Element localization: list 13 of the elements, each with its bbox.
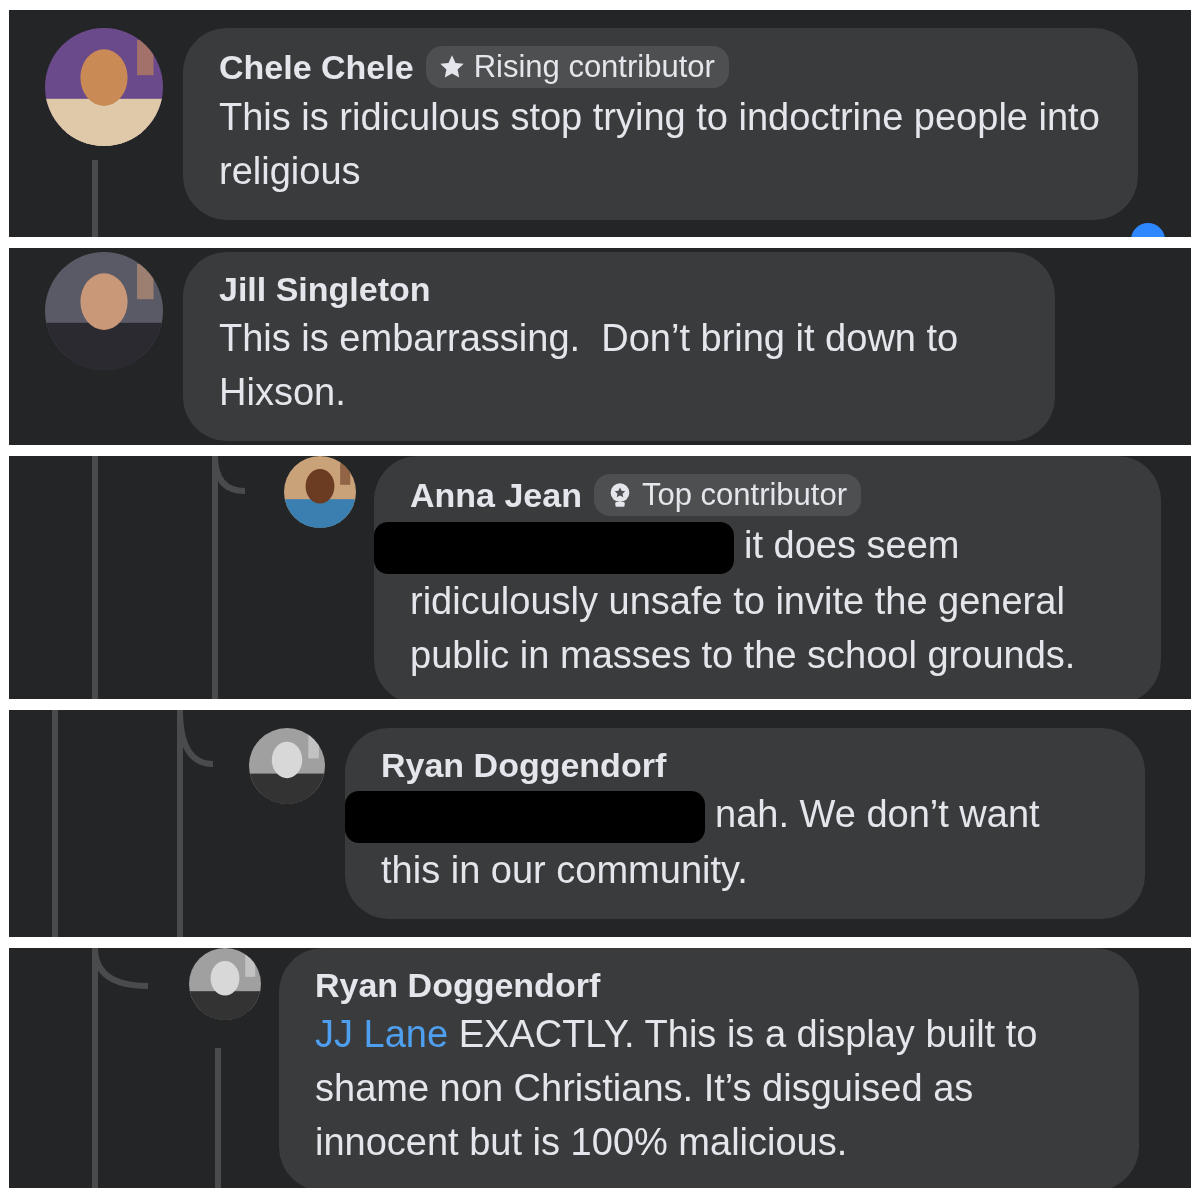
comment-text: This is ridiculous stop trying to indoctrine people into religious	[219, 95, 1101, 194]
author-name[interactable]: Anna Jean	[410, 475, 582, 515]
author-name[interactable]: Jill Singleton	[219, 270, 431, 309]
comment-text: This is embarrassing. Don’t bring it down to Hixson.	[219, 316, 960, 415]
comment-text: nah. We don’t want this in our community.	[381, 787, 1109, 897]
author-name[interactable]: Ryan Doggendorf	[381, 746, 667, 785]
mention-link[interactable]: JJ Lane	[315, 1013, 449, 1055]
author-name[interactable]: Ryan Doggendorf	[315, 966, 601, 1005]
badge-label: Top contributor	[641, 477, 847, 513]
author-name[interactable]: Chele Chele	[219, 47, 414, 87]
comment-text: JJ Lane EXACTLY. This is a display built to shame non Christians. It’s disguised as innocent but is 100% malicious.	[315, 1012, 1039, 1165]
badge-label: Rising contributor	[473, 49, 715, 85]
comment-text: it does seem ridiculously unsafe to invite the general public in masses to the school grounds.	[410, 518, 1125, 682]
